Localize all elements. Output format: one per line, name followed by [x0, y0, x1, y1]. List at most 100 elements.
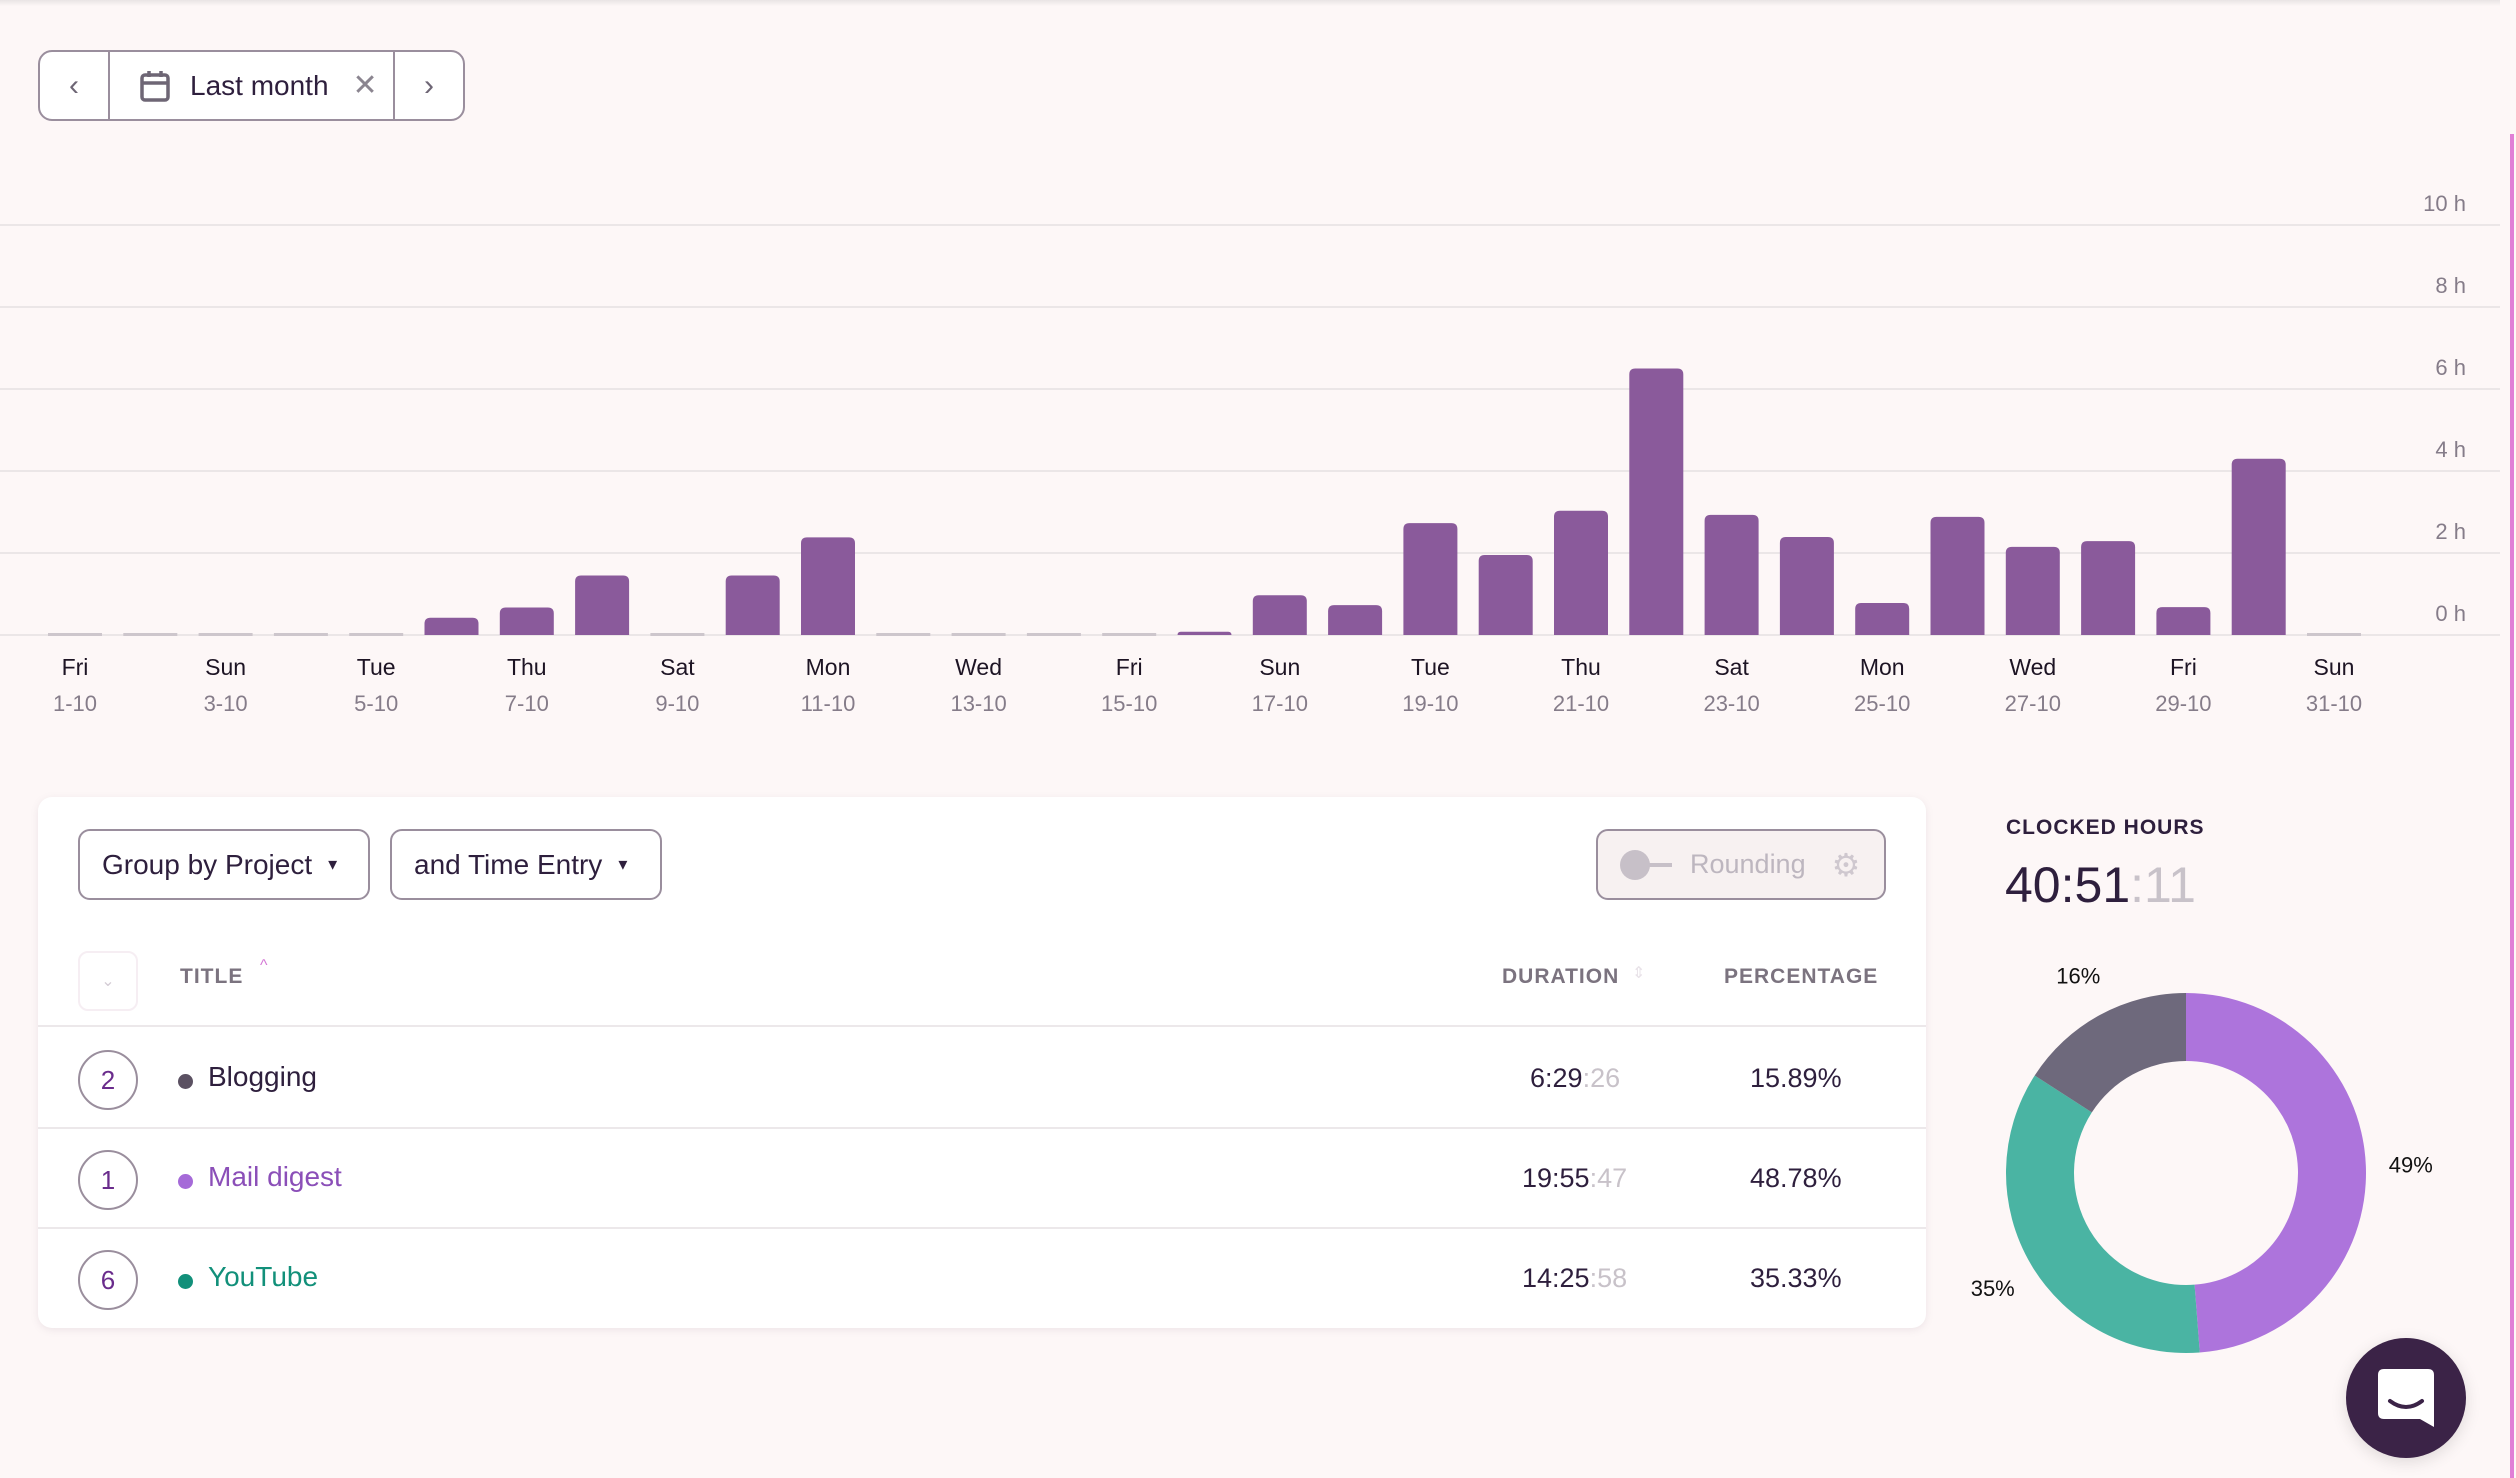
bar[interactable] — [1855, 603, 1910, 635]
sub-group-select[interactable]: and Time Entry ▾ — [390, 829, 662, 900]
clear-date-range-icon[interactable]: ✕ — [353, 68, 378, 103]
bar[interactable] — [575, 575, 630, 635]
group-by-value: Group by Project — [102, 848, 313, 880]
x-tick-date-label: 23-10 — [1703, 691, 1759, 716]
bar[interactable] — [1403, 523, 1458, 635]
x-tick-day-label: Sat — [1714, 654, 1749, 680]
bar[interactable] — [2231, 458, 2286, 635]
table-row[interactable]: 2 Blogging 6:29:26 15.89% — [38, 1029, 1926, 1129]
bar[interactable] — [1554, 510, 1608, 635]
entry-count-badge[interactable]: 2 — [78, 1050, 138, 1110]
group-by-select[interactable]: Group by Project ▾ — [78, 829, 370, 900]
donut-segment[interactable] — [2006, 1075, 2200, 1353]
table-row[interactable]: 1 Mail digest 19:55:47 48.78% — [38, 1129, 1926, 1229]
project-title: Mail digest — [208, 1161, 342, 1192]
donut-percentage-label: 35% — [1971, 1276, 2015, 1301]
rounding-toggle-button[interactable]: Rounding ⚙ — [1596, 829, 1886, 900]
y-tick-label: 6 h — [2435, 355, 2466, 380]
percentage-column-header: PERCENTAGE — [1724, 965, 1879, 988]
bar[interactable] — [1704, 514, 1759, 635]
scrollbar[interactable] — [2510, 134, 2514, 1478]
bar[interactable] — [1930, 516, 1985, 635]
sort-ascending-icon[interactable]: ^ — [260, 957, 268, 975]
x-tick-date-label: 29-10 — [2155, 691, 2211, 716]
bar[interactable] — [1779, 537, 1834, 635]
expand-all-button[interactable]: ⌄ — [78, 951, 138, 1011]
y-tick-label: 2 h — [2435, 519, 2466, 544]
x-tick-day-label: Thu — [507, 654, 547, 680]
y-tick-label: 4 h — [2435, 437, 2466, 462]
project-color-dot — [178, 1174, 193, 1189]
date-range-picker: ‹ Last month ✕ › — [38, 50, 465, 121]
bar-empty[interactable] — [650, 633, 705, 636]
y-tick-label: 10 h — [2423, 191, 2466, 216]
chat-launcher-button[interactable] — [2346, 1338, 2466, 1458]
bar-empty[interactable] — [2307, 633, 2361, 636]
daily-hours-chart: 0 h 2 h 4 h 6 h 8 h 10 h Fri 1-10 Sun 3-10 Tue 5-1… — [0, 160, 2505, 740]
bar[interactable] — [725, 575, 780, 635]
chat-bubble-icon — [2378, 1369, 2434, 1427]
x-tick-date-label: 3-10 — [204, 691, 248, 716]
bar-empty[interactable] — [48, 633, 102, 636]
x-tick-day-label: Fri — [62, 654, 89, 680]
next-period-button[interactable]: › — [393, 52, 463, 119]
bar[interactable] — [1328, 605, 1383, 635]
project-title: YouTube — [208, 1261, 319, 1292]
rounding-label: Rounding — [1690, 849, 1806, 879]
bar[interactable] — [1177, 631, 1232, 635]
chevron-right-icon: › — [424, 68, 434, 102]
rounding-toggle[interactable] — [1620, 849, 1672, 880]
previous-period-button[interactable]: ‹ — [40, 52, 110, 119]
project-color-dot — [178, 1074, 193, 1089]
donut-segment[interactable] — [2186, 993, 2367, 1353]
duration-column-header[interactable]: DURATION — [1502, 965, 1619, 989]
duration-value: 19:55:47 — [1522, 1163, 1628, 1193]
x-tick-date-label: 11-10 — [801, 691, 856, 716]
bar[interactable] — [499, 607, 554, 635]
x-tick-date-label: 19-10 — [1402, 691, 1458, 716]
duration-value: 6:29:26 — [1530, 1063, 1621, 1093]
bar-empty[interactable] — [123, 633, 178, 636]
entry-count-badge[interactable]: 1 — [78, 1150, 138, 1210]
bar[interactable] — [2005, 546, 2060, 635]
bar-empty[interactable] — [1102, 633, 1157, 636]
bar-empty[interactable] — [1026, 633, 1081, 636]
x-tick-date-label: 17-10 — [1252, 691, 1308, 716]
project-share-donut: 49% 35% 16% — [1971, 963, 2433, 1353]
x-tick-day-label: Tue — [1411, 654, 1450, 680]
bar[interactable] — [2081, 541, 2136, 635]
date-range-label: Last month — [190, 69, 329, 101]
bar[interactable] — [1629, 368, 1684, 636]
x-tick-day-label: Sun — [1259, 654, 1300, 680]
bar-empty[interactable] — [876, 633, 931, 636]
bar[interactable] — [801, 537, 855, 635]
date-range-selector[interactable]: Last month ✕ — [110, 52, 393, 119]
percentage-value: 15.89% — [1750, 1063, 1842, 1093]
x-tick-date-label: 31-10 — [2306, 691, 2362, 716]
bar[interactable] — [1252, 595, 1307, 635]
donut-percentage-label: 49% — [2389, 1152, 2433, 1177]
x-tick-day-label: Sun — [2314, 654, 2355, 680]
bar-empty[interactable] — [273, 633, 328, 636]
calendar-icon — [140, 70, 170, 102]
chevron-down-icon: ▾ — [618, 854, 628, 874]
bar[interactable] — [2156, 607, 2211, 635]
table-header: ⌄ TITLE ^ DURATION ⇕ PERCENTAGE — [38, 937, 1926, 1027]
x-tick-date-label: 25-10 — [1854, 691, 1910, 716]
bar-empty[interactable] — [349, 633, 404, 636]
project-title: Blogging — [208, 1061, 317, 1092]
table-row[interactable]: 6 YouTube 14:25:58 35.33% — [38, 1229, 1926, 1329]
bar[interactable] — [1478, 555, 1533, 635]
entry-count-badge[interactable]: 6 — [78, 1250, 138, 1310]
chevron-down-icon: ⌄ — [101, 973, 115, 990]
gear-icon[interactable]: ⚙ — [1832, 846, 1861, 884]
sort-icon[interactable]: ⇕ — [1632, 963, 1645, 983]
x-tick-date-label: 9-10 — [655, 691, 699, 716]
y-tick-label: 0 h — [2435, 601, 2466, 626]
title-column-header[interactable]: TITLE — [180, 965, 243, 989]
bar-empty[interactable] — [198, 633, 253, 636]
bar[interactable] — [424, 617, 479, 635]
x-tick-day-label: Sun — [205, 654, 246, 680]
bar-empty[interactable] — [951, 633, 1006, 636]
x-tick-date-label: 21-10 — [1553, 691, 1609, 716]
